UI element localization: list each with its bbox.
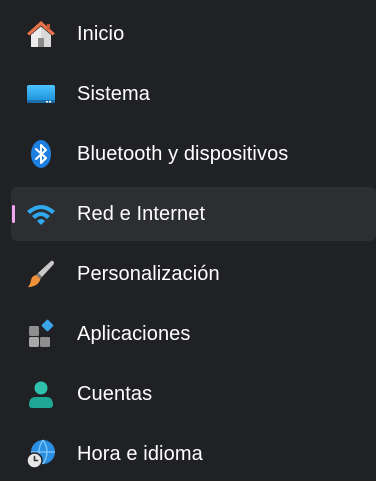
- sidebar-item-label: Hora e idioma: [77, 443, 203, 465]
- time-language-icon: [25, 438, 57, 470]
- sidebar-item-bluetooth[interactable]: Bluetooth y dispositivos: [11, 127, 376, 181]
- sidebar-item-label: Bluetooth y dispositivos: [77, 143, 289, 165]
- sidebar-item-hora-idioma[interactable]: Hora e idioma: [11, 427, 376, 481]
- sidebar-item-label: Aplicaciones: [77, 323, 191, 345]
- sidebar-item-sistema[interactable]: Sistema: [11, 67, 376, 121]
- sidebar-item-label: Cuentas: [77, 383, 153, 405]
- sidebar-item-label: Personalización: [77, 263, 220, 285]
- system-monitor-icon: [25, 78, 57, 110]
- settings-sidebar-nav: Inicio Sistema Bluetooth y dispositivos …: [0, 0, 376, 480]
- selected-indicator: [12, 205, 15, 223]
- bluetooth-icon: [25, 138, 57, 170]
- sidebar-item-inicio[interactable]: Inicio: [11, 7, 376, 61]
- wifi-icon: [25, 198, 57, 230]
- home-icon: [25, 18, 57, 50]
- sidebar-item-aplicaciones[interactable]: Aplicaciones: [11, 307, 376, 361]
- sidebar-item-red-internet[interactable]: Red e Internet: [11, 187, 376, 241]
- sidebar-item-label: Inicio: [77, 23, 125, 45]
- paintbrush-icon: [25, 258, 57, 290]
- sidebar-item-label: Red e Internet: [77, 203, 206, 225]
- sidebar-item-label: Sistema: [77, 83, 150, 105]
- sidebar-item-personalizacion[interactable]: Personalización: [11, 247, 376, 301]
- apps-icon: [25, 318, 57, 350]
- account-icon: [25, 378, 57, 410]
- sidebar-item-cuentas[interactable]: Cuentas: [11, 367, 376, 421]
